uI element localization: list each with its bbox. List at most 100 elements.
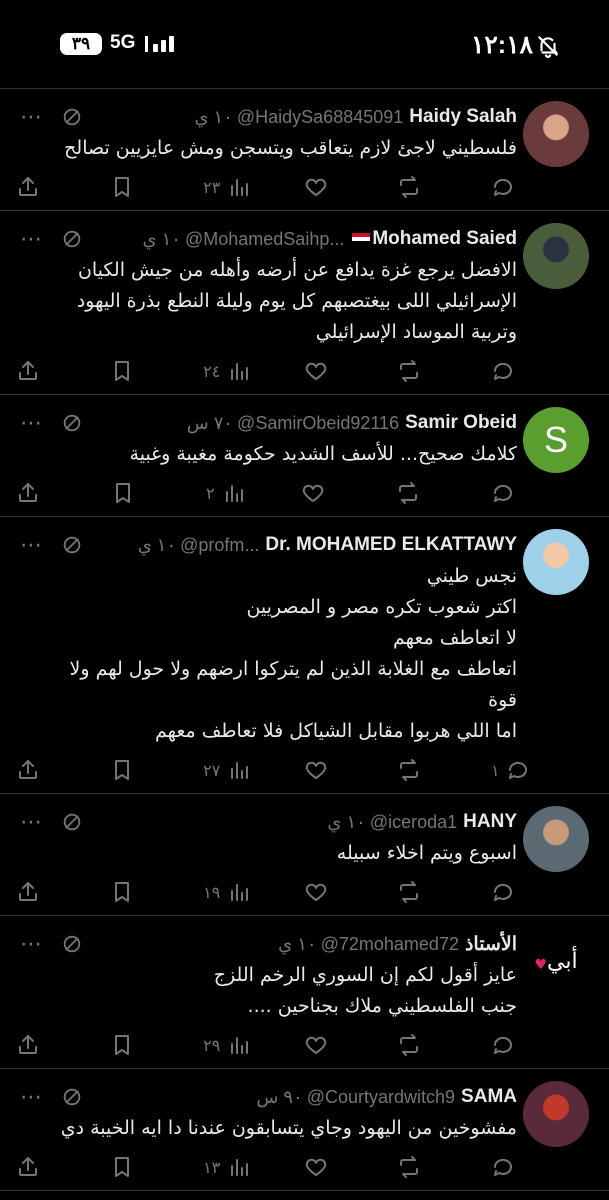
reply-button[interactable]: [491, 1155, 531, 1179]
reply-button[interactable]: [491, 1033, 531, 1057]
reply-icon: [508, 761, 527, 779]
user-handle[interactable]: @72mohamed72: [321, 934, 459, 955]
display-name[interactable]: Dr. MOHAMED ELKATTAWY: [265, 534, 517, 556]
avatar[interactable]: [523, 806, 589, 872]
bookmark-button[interactable]: [111, 481, 151, 505]
reply-item[interactable]: Dr. MOHAMED ELKATTAWY @profm... ١٠ ي ⋯ نجس ط…: [0, 517, 609, 794]
bookmark-button[interactable]: [110, 1155, 150, 1179]
display-name[interactable]: SAMA: [461, 1086, 517, 1108]
display-name[interactable]: الأستاذ: [465, 933, 517, 956]
display-name[interactable]: Mohamed Saied: [372, 228, 517, 250]
timestamp[interactable]: ١٠ ي: [327, 812, 365, 833]
timestamp[interactable]: ٩٠ س: [256, 1087, 302, 1108]
views-icon: [231, 179, 249, 196]
display-name[interactable]: Haidy Salah: [409, 106, 517, 128]
bookmark-button[interactable]: [110, 758, 150, 782]
avatar[interactable]: [523, 223, 589, 289]
reply-item[interactable]: Mohamed Saied @MohamedSaihp... ١٠ ي ⋯ الافضل…: [0, 211, 609, 395]
like-button[interactable]: [304, 1155, 344, 1179]
user-handle[interactable]: @HaidySa68845091: [237, 107, 403, 128]
like-button[interactable]: [301, 481, 341, 505]
timestamp[interactable]: ٧٠ س: [187, 413, 233, 434]
mute-icon[interactable]: [61, 106, 83, 128]
mute-icon[interactable]: [61, 811, 83, 833]
avatar[interactable]: أبي ♥: [523, 928, 589, 994]
share-button[interactable]: [16, 481, 56, 505]
user-handle[interactable]: @Courtyardwitch9: [307, 1087, 455, 1108]
share-button[interactable]: [16, 359, 56, 383]
like-button[interactable]: [304, 359, 344, 383]
display-name[interactable]: HANY: [463, 811, 517, 833]
share-button[interactable]: [16, 1033, 56, 1057]
timestamp[interactable]: ١٠ ي: [278, 934, 316, 955]
like-button[interactable]: [304, 175, 344, 199]
timestamp[interactable]: ١٠ ي: [143, 229, 181, 250]
reply-header: الأستاذ @72mohamed72 ١٠ ي ⋯: [20, 928, 517, 960]
views-button[interactable]: ٢٩: [203, 1033, 250, 1057]
more-options-icon[interactable]: ⋯: [20, 932, 43, 957]
action-bar: ٢٩: [16, 1022, 531, 1068]
like-button[interactable]: [304, 758, 344, 782]
user-handle[interactable]: @SamirObeid92116: [237, 413, 399, 434]
more-options-icon[interactable]: ⋯: [20, 411, 43, 436]
bell-muted-icon: [538, 36, 559, 58]
mute-icon[interactable]: [61, 1086, 83, 1108]
repost-button[interactable]: [397, 359, 437, 383]
reply-button[interactable]: [491, 359, 531, 383]
views-button[interactable]: ٢٤: [203, 359, 250, 383]
share-button[interactable]: [16, 880, 56, 904]
reply-item[interactable]: HANY @iceroda1 ١٠ ي ⋯ اسبوع ويتم اخلاء سبيله…: [0, 794, 609, 916]
timestamp[interactable]: ١٠ ي: [194, 107, 232, 128]
views-button[interactable]: ٢: [206, 481, 246, 505]
like-button[interactable]: [304, 1033, 344, 1057]
mute-icon[interactable]: [61, 933, 83, 955]
mute-icon[interactable]: [61, 412, 83, 434]
share-button[interactable]: [16, 175, 56, 199]
avatar[interactable]: [523, 101, 589, 167]
like-button[interactable]: [304, 880, 344, 904]
user-handle[interactable]: @profm...: [180, 535, 259, 556]
views-button[interactable]: ٢٧: [203, 758, 250, 782]
reply-item[interactable]: SAMA @Courtyardwitch9 ٩٠ س ⋯ مفشوخين من اليه…: [0, 1069, 609, 1191]
user-handle[interactable]: @MohamedSaihp...: [185, 229, 344, 250]
more-options-icon[interactable]: ⋯: [20, 105, 43, 130]
more-options-icon[interactable]: ⋯: [20, 533, 43, 558]
repost-button[interactable]: [397, 175, 437, 199]
reply-button[interactable]: [491, 175, 531, 199]
share-button[interactable]: [16, 758, 56, 782]
reply-icon: [493, 178, 512, 196]
repost-button[interactable]: [396, 481, 436, 505]
repost-button[interactable]: [397, 880, 437, 904]
mute-icon[interactable]: [61, 228, 83, 250]
reply-text: فلسطيني لاجئ لازم يتعاقب ويتسجن ومش عايز…: [64, 137, 517, 159]
reply-button[interactable]: [491, 481, 531, 505]
user-handle[interactable]: @iceroda1: [370, 812, 457, 833]
display-name[interactable]: Samir Obeid: [405, 412, 517, 434]
reply-item[interactable]: Haidy Salah @HaidySa68845091 ١٠ ي ⋯ فلسطيني …: [0, 89, 609, 211]
reply-icon: [493, 1158, 512, 1176]
share-button[interactable]: [16, 1155, 56, 1179]
bookmark-button[interactable]: [110, 359, 150, 383]
reply-button[interactable]: [491, 880, 531, 904]
repost-button[interactable]: [397, 1155, 437, 1179]
repost-button[interactable]: [397, 1033, 437, 1057]
bookmark-button[interactable]: [110, 175, 150, 199]
avatar[interactable]: [523, 529, 589, 595]
views-button[interactable]: ١٣: [203, 1155, 250, 1179]
bookmark-button[interactable]: [110, 880, 150, 904]
views-button[interactable]: ١٩: [203, 880, 250, 904]
more-options-icon[interactable]: ⋯: [20, 810, 43, 835]
reply-item[interactable]: أبي ♥ الأستاذ @72mohamed72 ١٠ ي ⋯ عايز أقول لك…: [0, 916, 609, 1069]
avatar-logo: أبي: [547, 948, 578, 974]
more-options-icon[interactable]: ⋯: [20, 1085, 43, 1110]
timestamp[interactable]: ١٠ ي: [138, 535, 176, 556]
bookmark-button[interactable]: [110, 1033, 150, 1057]
reply-item[interactable]: S Samir Obeid @SamirObeid92116 ٧٠ س ⋯ كلامك ص…: [0, 395, 609, 517]
avatar[interactable]: [523, 1081, 589, 1147]
mute-icon[interactable]: [61, 534, 83, 556]
views-button[interactable]: ٢٣: [203, 175, 250, 199]
more-options-icon[interactable]: ⋯: [20, 227, 43, 252]
repost-button[interactable]: [397, 758, 437, 782]
reply-button[interactable]: ١: [491, 758, 531, 782]
avatar[interactable]: S: [523, 407, 589, 473]
